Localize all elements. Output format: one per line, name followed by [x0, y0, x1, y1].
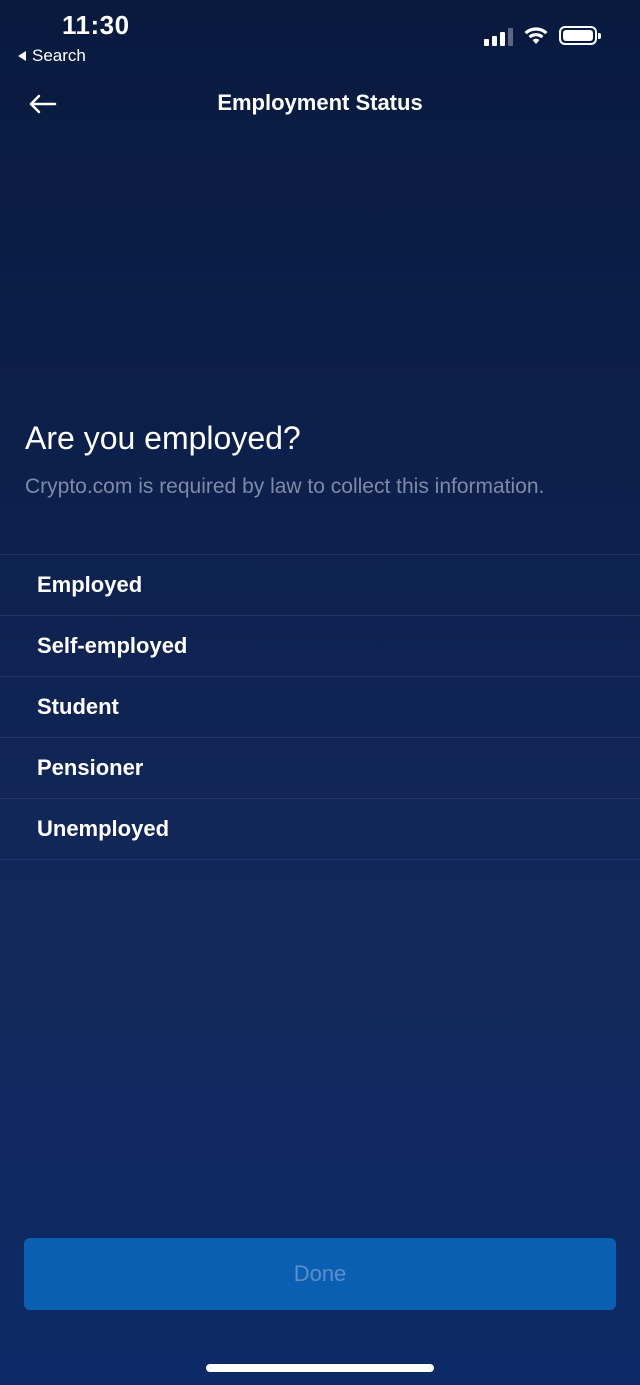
page-title: Employment Status	[217, 90, 423, 115]
done-button[interactable]: Done	[24, 1238, 616, 1310]
option-unemployed[interactable]: Unemployed	[0, 799, 640, 860]
option-self-employed[interactable]: Self-employed	[0, 616, 640, 677]
cellular-signal-icon	[484, 26, 513, 46]
battery-icon	[559, 26, 601, 45]
status-bar: 11:30 Search	[0, 0, 640, 72]
question-heading: Are you employed?	[25, 420, 301, 456]
option-employed[interactable]: Employed	[0, 555, 640, 616]
status-time: 11:30	[62, 10, 130, 40]
nav-bar: Employment Status	[0, 76, 640, 132]
employment-options-list: Employed Self-employed Student Pensioner…	[0, 554, 640, 860]
back-to-search-label: Search	[32, 46, 86, 65]
option-pensioner[interactable]: Pensioner	[0, 738, 640, 799]
home-indicator[interactable]	[206, 1364, 434, 1372]
back-triangle-icon	[18, 51, 26, 61]
back-to-search-link[interactable]: Search	[18, 46, 86, 66]
option-student[interactable]: Student	[0, 677, 640, 738]
wifi-icon	[524, 27, 548, 44]
legal-subtitle: Crypto.com is required by law to collect…	[25, 475, 545, 498]
